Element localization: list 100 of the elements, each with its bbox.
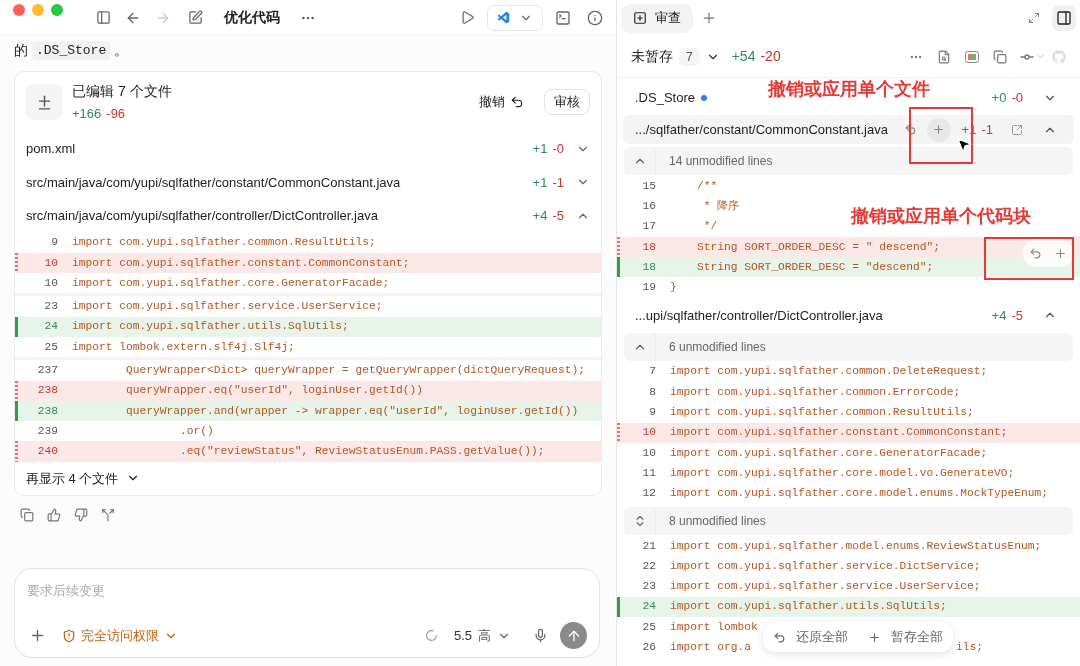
code-line: /** bbox=[696, 178, 718, 194]
file-path: src/main/java/com/yupi/sqlfather/controller/DictController.java bbox=[26, 207, 378, 225]
line-number: 26 bbox=[641, 640, 657, 656]
code-line: * 降序 bbox=[702, 199, 740, 214]
removed-count: -96 bbox=[106, 104, 126, 123]
code-line: import com.yupi.sqlfather.service.DictService; bbox=[670, 558, 981, 574]
code-line: .eq("reviewStatus", ReviewStatusEnum.PASS.getValue()); bbox=[179, 444, 545, 460]
revert-all-button[interactable]: 还原全部 bbox=[773, 627, 848, 647]
line-number: 24 bbox=[641, 599, 657, 615]
code-line: import com.yupi.sqlfather.common.ResultUtils; bbox=[670, 405, 974, 421]
unmodified-lines-bar[interactable]: 8 unmodified lines bbox=[624, 506, 1073, 535]
undo-icon bbox=[510, 95, 524, 109]
terminal-icon[interactable] bbox=[555, 9, 571, 26]
code-line: import com.yupi.sqlfather.constant.CommonConstant; bbox=[72, 255, 410, 271]
code-line: import com.yupi.sqlfather.common.ErrorCode; bbox=[670, 384, 961, 400]
model-dropdown[interactable]: 5.5 高 bbox=[453, 625, 511, 646]
code-line: queryWrapper.eq("userId", loginUser.getId()) bbox=[125, 383, 424, 399]
line-number: 25 bbox=[641, 619, 657, 635]
code-line: import com.yupi.sqlfather.model.enums.ReviewStatusEnum; bbox=[670, 538, 1042, 554]
line-number: 16 bbox=[641, 199, 657, 214]
unmodified-lines-bar[interactable]: 14 unmodified lines bbox=[624, 147, 1073, 175]
sidebar-icon[interactable] bbox=[96, 10, 111, 25]
plus-icon[interactable] bbox=[1054, 246, 1067, 260]
removed-count: -1 bbox=[552, 173, 564, 192]
access-dropdown[interactable]: 完全访问权限 bbox=[62, 625, 178, 646]
close-button[interactable] bbox=[13, 4, 25, 16]
section-title: 未暂存 bbox=[631, 47, 673, 66]
add-icon[interactable] bbox=[29, 627, 46, 644]
line-number: 10 bbox=[641, 425, 657, 441]
code-line: import com.yupi.sqlfather.common.ResultUtils; bbox=[72, 235, 376, 251]
added-count: +4 bbox=[532, 207, 548, 225]
line-number: 21 bbox=[641, 538, 657, 554]
line-number: 18 bbox=[641, 259, 657, 275]
removed-count: -5 bbox=[552, 207, 564, 225]
file-path: pom.xml bbox=[26, 140, 76, 158]
line-number: 22 bbox=[641, 558, 657, 574]
thumbs-down-icon[interactable] bbox=[74, 507, 88, 522]
fold-label: 6 unmodified lines bbox=[669, 338, 766, 356]
spinner-icon bbox=[424, 629, 438, 642]
editor-picker[interactable] bbox=[487, 4, 543, 31]
code-line: queryWrapper.and(wrapper -> wrapper.eq("userId", loginUser.getId()) bbox=[125, 403, 579, 419]
changed-file-row[interactable]: src/main/java/com/yupi/sqlfather/controller/DictController.java +4 -5 bbox=[15, 199, 601, 233]
line-number: 7 bbox=[648, 364, 657, 380]
code-line: import com.yupi.sqlfather.utils.SqlUtils; bbox=[670, 599, 947, 615]
maximize-button[interactable] bbox=[51, 4, 63, 16]
code-line: import com.yupi.sqlfather.service.UserService; bbox=[670, 579, 981, 595]
fork-icon[interactable] bbox=[101, 507, 115, 522]
review-button[interactable]: 审核 bbox=[544, 89, 590, 115]
copy-icon[interactable] bbox=[20, 507, 34, 522]
file-search-icon[interactable] bbox=[937, 49, 951, 64]
unmodified-lines-bar[interactable]: 6 unmodified lines bbox=[624, 332, 1073, 361]
change-marker bbox=[15, 252, 18, 274]
run-icon[interactable] bbox=[460, 10, 475, 25]
line-number: 12 bbox=[641, 486, 657, 502]
file-path: src/main/java/com/yupi/sqlfather/constant/CommonConstant.java bbox=[26, 173, 401, 192]
changed-file-row[interactable]: src/main/java/com/yupi/sqlfather/constant/CommonConstant.java +1 -1 bbox=[15, 165, 601, 199]
line-number: 238 bbox=[36, 383, 59, 399]
line-number: 23 bbox=[641, 579, 657, 595]
revert-icon[interactable] bbox=[1029, 246, 1042, 260]
window-title: 优化代码 bbox=[224, 8, 280, 27]
new-tab-icon[interactable] bbox=[701, 10, 717, 26]
follow-up-input[interactable]: 要求后续变更 bbox=[27, 581, 587, 601]
code-line: import com.yupi.sqlfather.core.GeneratorFacade; bbox=[72, 275, 390, 291]
line-number: 23 bbox=[43, 299, 59, 315]
show-more-files[interactable]: 再显示 4 个文件 bbox=[15, 461, 152, 495]
edit-icon[interactable] bbox=[188, 10, 203, 25]
changed-file-row[interactable]: pom.xml +1 -0 bbox=[15, 132, 601, 166]
revert-icon[interactable] bbox=[903, 123, 917, 136]
annotation-text: 撤销或应用单个文件 bbox=[768, 78, 930, 101]
added-count: +0 bbox=[991, 88, 1007, 107]
panel-toggle[interactable] bbox=[1052, 5, 1076, 31]
fold-label: 14 unmodified lines bbox=[669, 153, 773, 170]
line-number: 15 bbox=[641, 178, 657, 194]
file-name: ...upi/sqlfather/controller/DictController.java bbox=[635, 306, 883, 325]
shield-icon bbox=[62, 628, 76, 643]
expand-icon[interactable] bbox=[1028, 12, 1040, 24]
undo-button[interactable]: 撤销 bbox=[479, 92, 524, 112]
review-tab[interactable]: 审查 bbox=[621, 3, 693, 33]
editor-icon bbox=[497, 10, 511, 25]
line-number: 10 bbox=[43, 275, 59, 291]
info-icon[interactable] bbox=[587, 9, 603, 26]
line-number: 19 bbox=[641, 280, 657, 296]
diff-view-icon[interactable] bbox=[965, 50, 979, 63]
added-count: +1 bbox=[532, 140, 548, 158]
panel-icon bbox=[1056, 10, 1072, 26]
line-number: 10 bbox=[43, 255, 59, 271]
code-line: ils; bbox=[956, 640, 984, 656]
added-count: +1 bbox=[532, 173, 548, 192]
line-number: 11 bbox=[641, 465, 657, 481]
stage-button[interactable] bbox=[926, 117, 951, 142]
stage-all-button[interactable]: 暂存全部 bbox=[868, 627, 943, 647]
microphone-icon[interactable] bbox=[533, 628, 548, 643]
code-line: String SORT_ORDER_DESC = " descend"; bbox=[696, 239, 941, 255]
line-number: 17 bbox=[641, 219, 657, 235]
added-count: +54 bbox=[731, 47, 756, 66]
thumbs-up-icon[interactable] bbox=[47, 507, 61, 522]
send-button[interactable] bbox=[560, 622, 587, 649]
change-marker bbox=[617, 422, 620, 443]
open-file-icon[interactable] bbox=[1011, 123, 1023, 136]
copy-icon[interactable] bbox=[993, 49, 1007, 64]
